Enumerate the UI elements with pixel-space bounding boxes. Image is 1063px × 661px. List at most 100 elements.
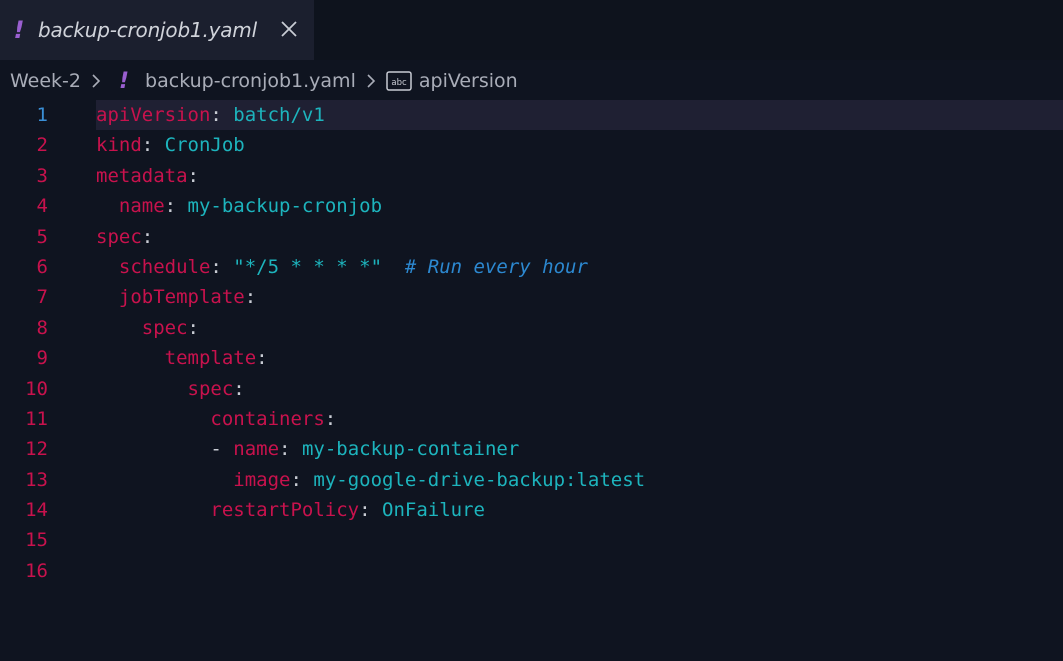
code-line[interactable]: 16 [0, 556, 1063, 586]
code-text: name: my-backup-cronjob [96, 191, 1063, 221]
code-line[interactable]: 7 jobTemplate: [0, 282, 1063, 312]
line-number: 13 [25, 468, 48, 491]
tab-bar: ! backup-cronjob1.yaml [0, 0, 1063, 60]
line-number: 7 [36, 286, 48, 309]
yaml-value: batch/v1 [233, 104, 325, 126]
code-line[interactable]: 8 spec: [0, 313, 1063, 343]
code-line[interactable]: 14 restartPolicy: OnFailure [0, 495, 1063, 525]
code-text: apiVersion: batch/v1 [96, 100, 1063, 131]
string-symbol-icon: abc [386, 71, 412, 91]
yaml-comment: # Run every hour [382, 255, 588, 278]
yaml-key: kind [96, 134, 142, 157]
code-line[interactable]: 4 name: my-backup-cronjob [0, 191, 1063, 221]
line-number: 4 [36, 195, 48, 218]
line-number: 14 [25, 499, 48, 522]
yaml-separator: : [233, 377, 245, 400]
code-line[interactable]: 15 [0, 525, 1063, 555]
breadcrumb-folder[interactable]: Week-2 [10, 70, 81, 92]
line-number: 10 [25, 377, 48, 400]
yaml-key: image [233, 468, 291, 491]
yaml-separator: : [324, 407, 337, 430]
line-number: 16 [25, 559, 48, 582]
yaml-value: OnFailure [382, 499, 485, 522]
code-text: spec: [96, 374, 1063, 404]
list-dash: - [210, 438, 234, 461]
code-line[interactable]: 9 template: [0, 343, 1063, 373]
code-text: metadata: [96, 161, 1063, 191]
code-line[interactable]: 12 - name: my-backup-container [0, 434, 1063, 464]
yaml-separator: : [187, 316, 199, 339]
line-number: 12 [25, 438, 48, 461]
yaml-separator: : [359, 499, 382, 522]
chevron-right-icon [87, 72, 105, 90]
yaml-separator: : [164, 195, 188, 218]
line-number: 5 [36, 225, 48, 248]
tab-title: backup-cronjob1.yaml [38, 18, 257, 42]
yaml-key: restartPolicy [210, 499, 360, 522]
code-line[interactable]: 5 spec: [0, 222, 1063, 252]
yaml-separator: : [244, 286, 257, 309]
code-text: schedule: "*/5 * * * *" # Run every hour [96, 252, 1063, 282]
yaml-key: name [233, 438, 280, 461]
code-line[interactable]: 11 containers: [0, 404, 1063, 434]
code-line[interactable]: 1 apiVersion: batch/v1 [0, 100, 1063, 131]
line-number: 8 [36, 316, 48, 339]
code-text: image: my-google-drive-backup:latest [96, 465, 1063, 495]
code-line[interactable]: 3 metadata: [0, 161, 1063, 191]
yaml-value: "*/5 * * * *" [233, 255, 383, 278]
yaml-key: spec [141, 316, 188, 339]
code-line[interactable]: 13 image: my-google-drive-backup:latest [0, 465, 1063, 495]
close-icon[interactable] [276, 16, 302, 42]
code-text: restartPolicy: OnFailure [96, 495, 1063, 525]
code-editor[interactable]: 1 apiVersion: batch/v1 2 kind: CronJob 3 meta… [0, 100, 1063, 661]
breadcrumb-symbol[interactable]: apiVersion [419, 70, 518, 92]
code-text: kind: CronJob [96, 130, 1063, 160]
yaml-separator: : [256, 347, 268, 370]
editor-window: ! backup-cronjob1.yaml Week-2 ! backup-c… [0, 0, 1063, 661]
breadcrumb-file[interactable]: backup-cronjob1.yaml [145, 70, 356, 92]
yaml-key: jobTemplate [118, 286, 245, 309]
yaml-value: my-backup-cronjob [187, 195, 383, 218]
yaml-key: spec [96, 225, 142, 248]
tab-backup-cronjob1-yaml[interactable]: ! backup-cronjob1.yaml [0, 0, 314, 60]
yaml-key: schedule [118, 255, 211, 278]
code-text: containers: [96, 404, 1063, 434]
code-line[interactable]: 6 schedule: "*/5 * * * *" # Run every ho… [0, 252, 1063, 282]
line-number: 2 [36, 134, 48, 157]
yaml-key: apiVersion [96, 104, 211, 126]
yaml-separator: : [290, 468, 314, 491]
line-number: 11 [25, 407, 48, 430]
code-text: jobTemplate: [96, 282, 1063, 312]
code-line[interactable]: 10 spec: [0, 374, 1063, 404]
code-text: - name: my-backup-container [96, 434, 1063, 464]
code-text: spec: [96, 313, 1063, 343]
yaml-separator: : [210, 255, 234, 278]
svg-text:abc: abc [391, 78, 407, 88]
yaml-separator: : [141, 225, 154, 248]
yaml-separator: : [141, 134, 165, 157]
yaml-key: containers [210, 407, 325, 430]
yaml-file-icon: ! [119, 68, 130, 94]
line-number: 6 [36, 255, 48, 278]
code-text: template: [96, 343, 1063, 373]
yaml-file-icon: ! [13, 16, 25, 44]
code-line[interactable]: 2 kind: CronJob [0, 130, 1063, 160]
breadcrumb: Week-2 ! backup-cronjob1.yaml abc apiVer… [10, 66, 518, 96]
yaml-key: name [118, 195, 165, 218]
line-number: 1 [36, 104, 48, 126]
yaml-key: metadata [96, 164, 188, 187]
yaml-value: my-backup-container [301, 438, 520, 461]
yaml-key: template [164, 347, 257, 370]
line-number: 3 [36, 164, 48, 187]
